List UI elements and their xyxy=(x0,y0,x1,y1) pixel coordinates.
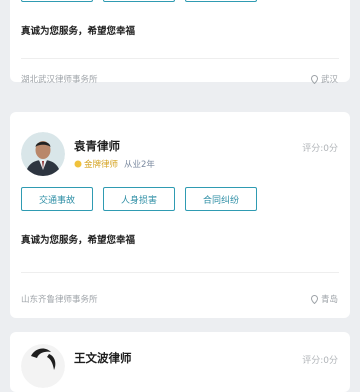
practice-tag[interactable]: 人身损害 xyxy=(103,187,175,211)
lawyer-motto: 真诚为您服务，希望您幸福 xyxy=(21,235,136,246)
law-firm-name: 湖北武汉律师事务所 xyxy=(21,75,98,85)
medal-icon xyxy=(74,160,82,168)
divider xyxy=(21,58,339,59)
lawyer-name[interactable]: 袁青律师 xyxy=(74,138,120,154)
location: 青岛 xyxy=(310,293,338,305)
location-pin-icon xyxy=(310,294,318,304)
lawyer-photo-icon xyxy=(21,344,65,388)
rating-score: 评分:0分 xyxy=(302,144,338,154)
lawyer-photo-icon xyxy=(21,132,65,176)
lawyer-card[interactable]: 真诚为您服务，希望您幸福 湖北武汉律师事务所 武汉 xyxy=(10,0,350,85)
lawyer-motto: 真诚为您服务，希望您幸福 xyxy=(21,26,136,37)
avatar xyxy=(21,344,65,388)
lawyer-name[interactable]: 王文波律师 xyxy=(74,350,132,366)
practice-tag[interactable] xyxy=(103,0,175,2)
practice-tag[interactable] xyxy=(21,0,93,2)
badge-text: 金牌律师 xyxy=(84,160,119,170)
practice-tag[interactable]: 合同纠纷 xyxy=(185,187,257,211)
lawyer-card[interactable]: 袁青律师 评分:0分 金牌律师 从业2年 交通事故 人身损害 合同纠纷 真诚为您… xyxy=(10,112,350,318)
years-practice: 从业2年 xyxy=(124,160,155,170)
lawyer-card[interactable]: 王文波律师 评分:0分 xyxy=(10,332,350,392)
practice-tag[interactable] xyxy=(185,0,257,2)
divider xyxy=(21,272,339,273)
location-text: 武汉 xyxy=(320,75,338,85)
location: 武汉 xyxy=(310,73,338,85)
gold-lawyer-badge: 金牌律师 xyxy=(74,158,118,170)
location-pin-icon xyxy=(310,74,318,84)
practice-tag[interactable]: 交通事故 xyxy=(21,187,93,211)
location-text: 青岛 xyxy=(320,295,338,305)
avatar xyxy=(21,132,65,176)
law-firm-name: 山东齐鲁律师事务所 xyxy=(21,295,98,305)
